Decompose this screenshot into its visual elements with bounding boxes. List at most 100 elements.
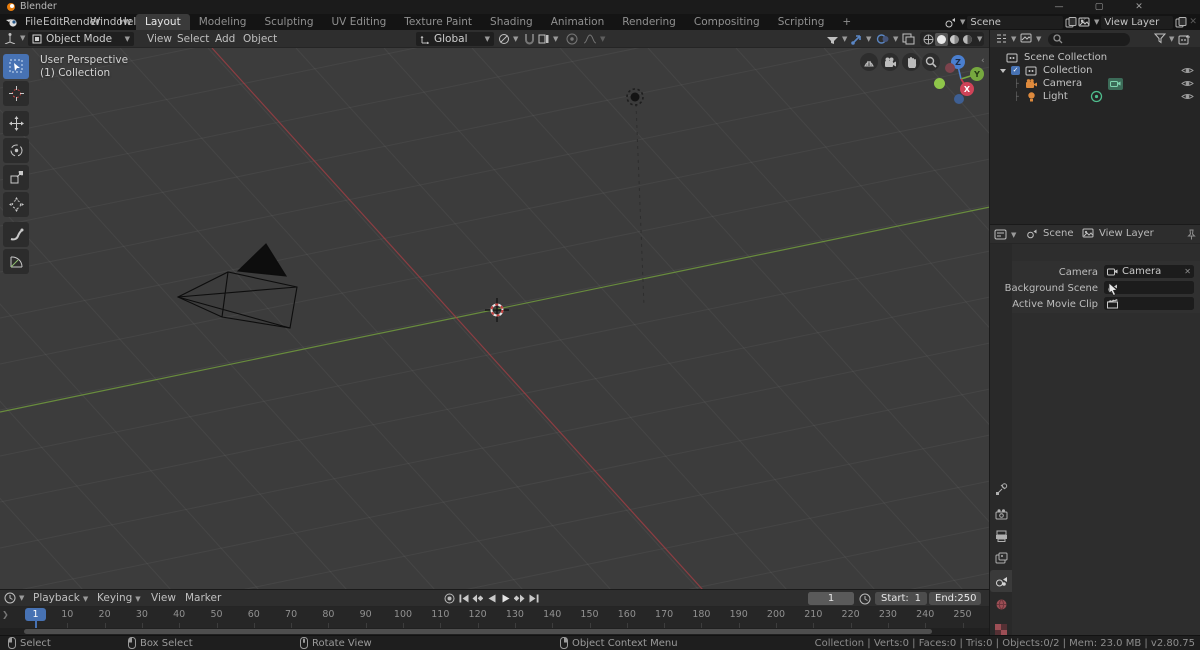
tab-rendering[interactable]: Rendering [613,14,685,30]
prev-keyframe-button[interactable] [471,592,484,605]
viewport-3d[interactable]: User Perspective (1) Collection [0,48,990,590]
expand-icon[interactable] [1000,69,1006,73]
tool-move[interactable] [3,111,29,136]
collection-checkbox[interactable]: ✓ [1011,66,1020,75]
overlays-dropdown[interactable]: ▼ [876,33,898,45]
navigation-gizmo[interactable]: Z Y X [928,52,988,112]
tab-modeling[interactable]: Modeling [190,14,256,30]
clear-camera-icon[interactable]: ✕ [1184,267,1191,276]
view-layer-selector[interactable]: ▼ View Layer ✕ [1078,15,1197,29]
properties-tab-world[interactable] [990,593,1012,615]
timeline-editor-dropdown[interactable]: ▼ [4,592,24,604]
light-data-icon[interactable] [1090,90,1103,103]
timeline-menu-keying[interactable]: Keying▼ [90,590,148,607]
properties-tab-scene[interactable] [990,570,1012,592]
snap-with-dropdown[interactable]: ▼ [538,33,558,45]
gizmo-neg-z-axis[interactable] [954,94,964,104]
timeline-menu-marker[interactable]: Marker [178,590,228,606]
shading-rendered-button[interactable] [961,33,974,46]
editor-type-dropdown[interactable]: ▼ [4,32,25,44]
active-movie-clip-field[interactable] [1104,297,1194,310]
properties-tab-output[interactable] [990,525,1012,547]
camera-data-icon[interactable] [1108,78,1123,90]
view-layer-name-field[interactable]: View Layer [1101,16,1173,29]
timeline-menu-playback[interactable]: Playback▼ [26,590,95,607]
scene-selector[interactable]: ▼ Scene ✕ [944,15,1087,29]
timeline-scrollbar-thumb[interactable] [24,629,932,634]
pan-view-button[interactable] [902,53,920,71]
falloff-dropdown[interactable]: ▼ [583,33,605,45]
camera-view-button[interactable] [881,53,899,71]
tab-sculpting[interactable]: Sculpting [255,14,322,30]
close-button[interactable]: ✕ [1124,0,1154,14]
new-scene-icon[interactable] [1065,17,1077,28]
gizmo-y-axis[interactable]: Y [970,67,984,81]
use-preview-range-toggle[interactable] [859,593,871,605]
outliner-filter-dropdown[interactable]: ▼ [1154,33,1174,44]
tool-select-box[interactable] [3,54,29,79]
object-visibility-dropdown[interactable]: ▼ [826,33,847,45]
tab-scripting[interactable]: Scripting [769,14,834,30]
new-collection-button[interactable] [1178,33,1191,45]
tool-measure[interactable] [3,249,29,274]
shading-solid-button[interactable] [935,33,948,46]
end-frame-field[interactable]: End: 250 [929,592,981,605]
mode-dropdown[interactable]: Object Mode ▼ [28,32,134,46]
tool-transform[interactable] [3,192,29,217]
timeline-expand-icon[interactable]: ❯ [2,610,9,619]
tool-annotate[interactable] [3,222,29,247]
outliner-row-collection[interactable]: ✓ Collection [990,64,1200,77]
properties-editor-dropdown[interactable]: ▼ [994,229,1016,240]
breadcrumb-view-layer[interactable]: View Layer [1082,228,1154,239]
minimize-button[interactable]: — [1044,0,1074,14]
next-keyframe-button[interactable] [513,592,526,605]
timeline-scrollbar-track[interactable] [0,628,990,635]
tab-compositing[interactable]: Compositing [685,14,769,30]
tab-animation[interactable]: Animation [542,14,614,30]
breadcrumb-scene[interactable]: Scene [1026,228,1074,239]
outliner-row-light[interactable]: ├ Light [990,90,1200,103]
add-workspace-button[interactable]: + [833,14,860,30]
gizmos-dropdown[interactable]: ▼ [850,33,871,45]
outliner-display-mode-dropdown[interactable]: ▼ [1020,33,1041,44]
start-frame-field[interactable]: Start: 1 [875,592,927,605]
jump-to-end-button[interactable] [527,592,540,605]
tab-shading[interactable]: Shading [481,14,542,30]
scene-name-field[interactable]: Scene [967,16,1063,29]
play-button[interactable] [499,592,512,605]
pin-icon[interactable] [1186,229,1196,240]
gizmo-neg-y-axis[interactable] [934,78,945,89]
viewport-timeline-divider[interactable] [0,589,990,590]
outliner-properties-divider[interactable] [990,224,1200,225]
tab-uv-editing[interactable]: UV Editing [323,14,396,30]
shading-material-button[interactable] [948,33,961,46]
hide-icon[interactable] [1181,92,1194,101]
play-reverse-button[interactable] [485,592,498,605]
current-frame-field[interactable]: 1 [808,592,854,605]
hide-icon[interactable] [1181,79,1194,88]
outliner-editor-dropdown[interactable]: ▼ [995,33,1016,44]
snap-toggle[interactable] [524,33,535,45]
viewport-menu-object[interactable]: Object [236,31,284,47]
timeline-ruler[interactable]: 1020304050607080901001101201301401501601… [0,607,990,628]
toggle-perspective-button[interactable] [860,53,878,71]
properties-tab-tool[interactable] [990,478,1012,500]
pivot-point-dropdown[interactable]: ▼ [498,33,518,45]
xray-toggle[interactable] [902,33,915,45]
outliner-row-camera[interactable]: ├ Camera [990,77,1200,90]
hide-icon[interactable] [1181,66,1194,75]
outliner-row-scene-collection[interactable]: Scene Collection [990,51,1200,64]
jump-to-start-button[interactable] [457,592,470,605]
properties-tab-render[interactable] [990,503,1012,525]
tab-layout[interactable]: Layout [136,14,190,30]
camera-field[interactable]: Camera ✕ [1104,265,1194,278]
outliner-search-input[interactable] [1048,33,1130,46]
tool-rotate[interactable] [3,138,29,163]
gizmo-neg-x-axis[interactable] [945,63,955,73]
transform-orientation-dropdown[interactable]: Global ▼ [416,32,494,46]
properties-tab-view-layer[interactable] [990,547,1012,569]
tool-scale[interactable] [3,165,29,190]
proportional-editing-toggle[interactable] [566,33,578,45]
new-view-layer-icon[interactable] [1175,17,1187,28]
maximize-button[interactable]: ▢ [1084,0,1114,14]
